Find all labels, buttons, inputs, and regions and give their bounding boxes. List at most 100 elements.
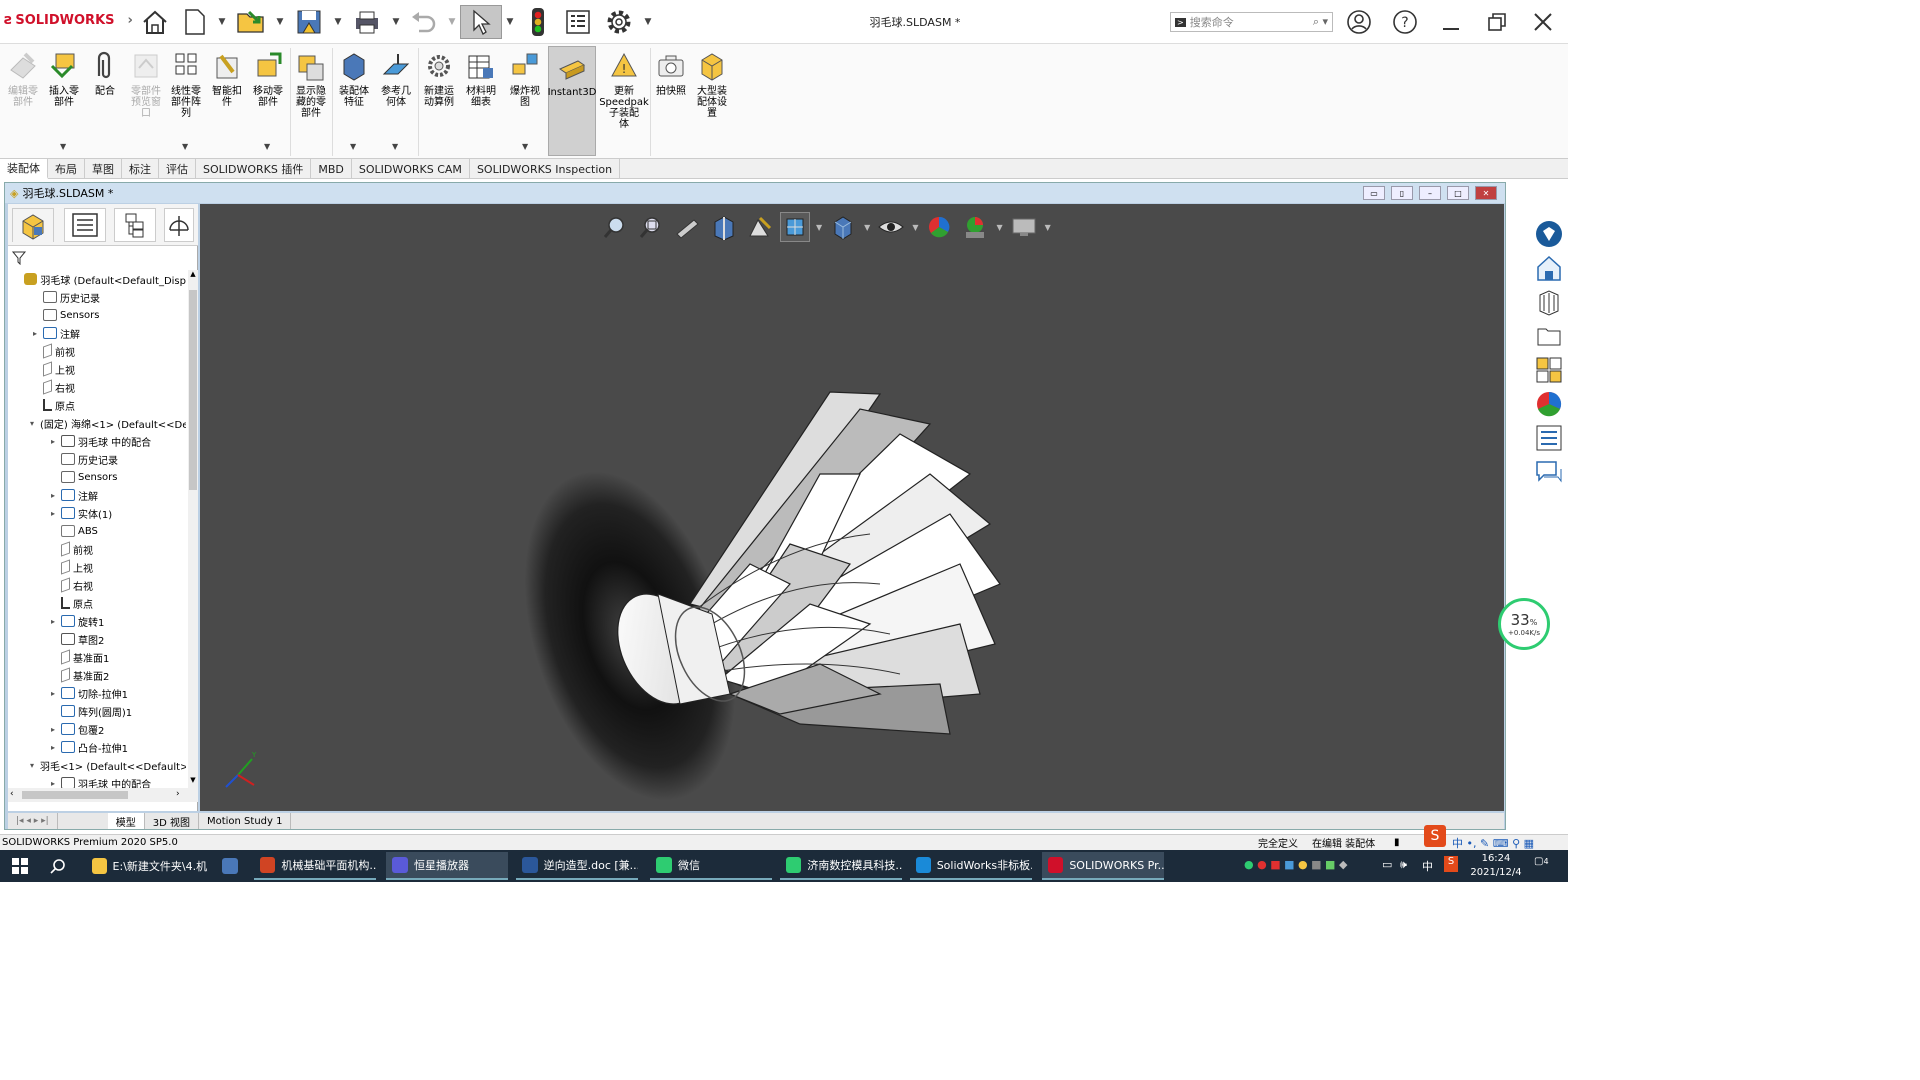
tree-horizontal-scrollbar[interactable]: ‹ › [8,788,198,802]
home-icon[interactable] [140,5,170,39]
tree-item[interactable]: 原点 [8,396,186,414]
print-icon[interactable] [352,5,382,39]
shuttlecock-3d-model[interactable] [520,364,1020,824]
tree-item[interactable]: 上视 [8,360,186,378]
sogou-ime-icon[interactable]: S [1424,825,1446,847]
collapse-arrow-icon[interactable]: ▾ [30,761,34,770]
open-icon[interactable] [234,5,268,39]
view-settings-dropdown-icon[interactable]: ▼ [1045,223,1051,232]
undo-dropdown-icon[interactable]: ▼ [446,5,458,39]
tree-item[interactable]: 前视 [8,342,186,360]
scroll-left-icon[interactable]: ‹ [10,789,14,799]
scroll-right-icon[interactable]: › [176,789,180,799]
tree-item[interactable]: 草图2 [8,630,186,648]
tab-装配体[interactable]: 装配体 [0,159,48,179]
forum-icon[interactable] [1534,457,1564,487]
bill-of-materials-button[interactable]: 材料明 细表 [460,50,502,108]
tree-item[interactable]: ▸ 实体(1) [8,504,186,522]
menu-expand-icon[interactable]: › [128,13,133,28]
tree-item[interactable]: 原点 [8,594,186,612]
network-tray-icon[interactable]: ▭ [1382,858,1392,871]
tile-vertical-icon[interactable]: ▯ [1391,186,1413,200]
doc-close-icon[interactable]: ✕ [1475,186,1497,200]
tab-mbd[interactable]: MBD [311,159,352,179]
tree-item[interactable]: 阵列(圆周)1 [8,702,186,720]
expand-arrow-icon[interactable]: ▸ [48,689,58,698]
hscrollbar-thumb[interactable] [22,791,128,799]
taskbar-app-button[interactable]: SOLIDWORKS Pr... [1042,852,1164,880]
tab-布局[interactable]: 布局 [48,159,85,179]
doc-maximize-icon[interactable]: □ [1447,186,1469,200]
linear-component-pattern-button[interactable]: 线性零 部件阵 列 [166,50,206,119]
edit-appearance-icon[interactable] [924,212,954,242]
graphics-area[interactable]: ▼ ▼ ▼ ▼ ▼ Y [200,204,1504,811]
new-dropdown-icon[interactable]: ▼ [216,5,228,39]
exploded-view-dropdown-icon[interactable]: ▼ [522,142,528,151]
collapse-arrow-icon[interactable]: ▾ [30,419,34,428]
tab-3d-视图[interactable]: 3D 视图 [145,813,199,829]
tab-模型[interactable]: 模型 [107,813,145,829]
taskbar-app-button[interactable]: 逆向造型.doc [兼... [516,852,638,880]
display-style-dropdown-icon[interactable]: ▼ [864,223,870,232]
close-icon[interactable] [1528,8,1558,36]
open-dropdown-icon[interactable]: ▼ [274,5,286,39]
dimxpert-tab-icon[interactable] [164,208,194,242]
view-palette-icon[interactable] [1534,321,1564,351]
scrollbar-thumb[interactable] [189,290,197,490]
component-preview-button[interactable]: 零部件 预览窗 口 [126,50,166,119]
solidworks-resources-icon[interactable] [1534,219,1564,249]
tree-item[interactable]: ▸ 切除-拉伸1 [8,684,186,702]
tab-评估[interactable]: 评估 [159,159,196,179]
volume-icon[interactable]: 🕪 [1400,858,1407,872]
restore-icon[interactable] [1482,8,1512,36]
tree-item[interactable]: ▸ 包覆2 [8,720,186,738]
design-library-icon[interactable] [1534,253,1564,283]
expand-arrow-icon[interactable]: ▸ [48,491,58,500]
previous-view-icon[interactable] [672,212,702,242]
view-orientation-dropdown-icon[interactable]: ▼ [816,223,822,232]
exploded-view-button[interactable]: 爆炸视 图 [504,50,546,108]
tree-item[interactable]: Sensors [8,468,186,486]
notification-center-icon[interactable]: ▢4 [1534,856,1549,867]
tree-item[interactable]: 上视 [8,558,186,576]
hide-show-items-icon[interactable] [876,212,906,242]
propertymanager-tab-icon[interactable] [64,208,106,242]
rebuild-icon[interactable] [526,5,550,39]
tile-horizontal-icon[interactable]: ▭ [1363,186,1385,200]
appearances-scenes-icon[interactable] [1534,355,1564,385]
section-view-icon[interactable] [708,212,738,242]
scroll-up-icon[interactable]: ▲ [188,270,198,278]
tree-item[interactable]: 基准面1 [8,648,186,666]
taskbar-app-button[interactable]: 微信 [650,852,772,880]
filter-icon[interactable] [11,251,28,268]
tree-item[interactable]: ▾ (固定) 海绵<1> (Default<<De [8,414,186,432]
print-dropdown-icon[interactable]: ▼ [390,5,402,39]
tree-item[interactable]: ▸ 羽毛球 中的配合 [8,432,186,450]
expand-arrow-icon[interactable]: ▸ [48,725,58,734]
options-gear-icon[interactable] [602,5,636,39]
tree-vertical-scrollbar[interactable]: ▲ ▼ [188,270,198,788]
select-icon[interactable] [460,5,502,39]
insert-components-button[interactable]: 插入零 部件 [44,50,84,108]
undo-icon[interactable] [408,5,438,39]
tree-item[interactable]: 右视 [8,378,186,396]
ime-toolbar-icons[interactable]: 中 •, ✎ ⌨ ⚲ ▦ [1452,835,1534,851]
tree-item[interactable]: ▸ 羽毛球 中的配合 [8,774,186,788]
assembly-features-dropdown-icon[interactable]: ▼ [350,142,356,151]
taskbar-app-button[interactable]: 机械基础平面机构... [254,852,376,880]
tab-标注[interactable]: 标注 [122,159,159,179]
expand-arrow-icon[interactable]: ▸ [48,617,58,626]
tree-item[interactable]: 基准面2 [8,666,186,684]
ime-indicator[interactable]: 中 [1422,858,1433,874]
apply-scene-dropdown-icon[interactable]: ▼ [996,223,1002,232]
move-component-button[interactable]: 移动零 部件 [248,50,288,108]
expand-arrow-icon[interactable]: ▸ [48,743,58,752]
taskbar-app-button[interactable]: 济南数控模具科技... [780,852,902,880]
minimize-icon[interactable] [1436,8,1466,36]
file-properties-icon[interactable] [562,5,594,39]
display-style-icon[interactable] [828,212,858,242]
file-explorer-icon[interactable] [1534,287,1564,317]
tree-item[interactable]: Sensors [8,306,186,324]
insert-components-dropdown-icon[interactable]: ▼ [60,142,66,151]
show-hidden-components-button[interactable]: 显示隐 藏的零 部件 [292,50,330,119]
